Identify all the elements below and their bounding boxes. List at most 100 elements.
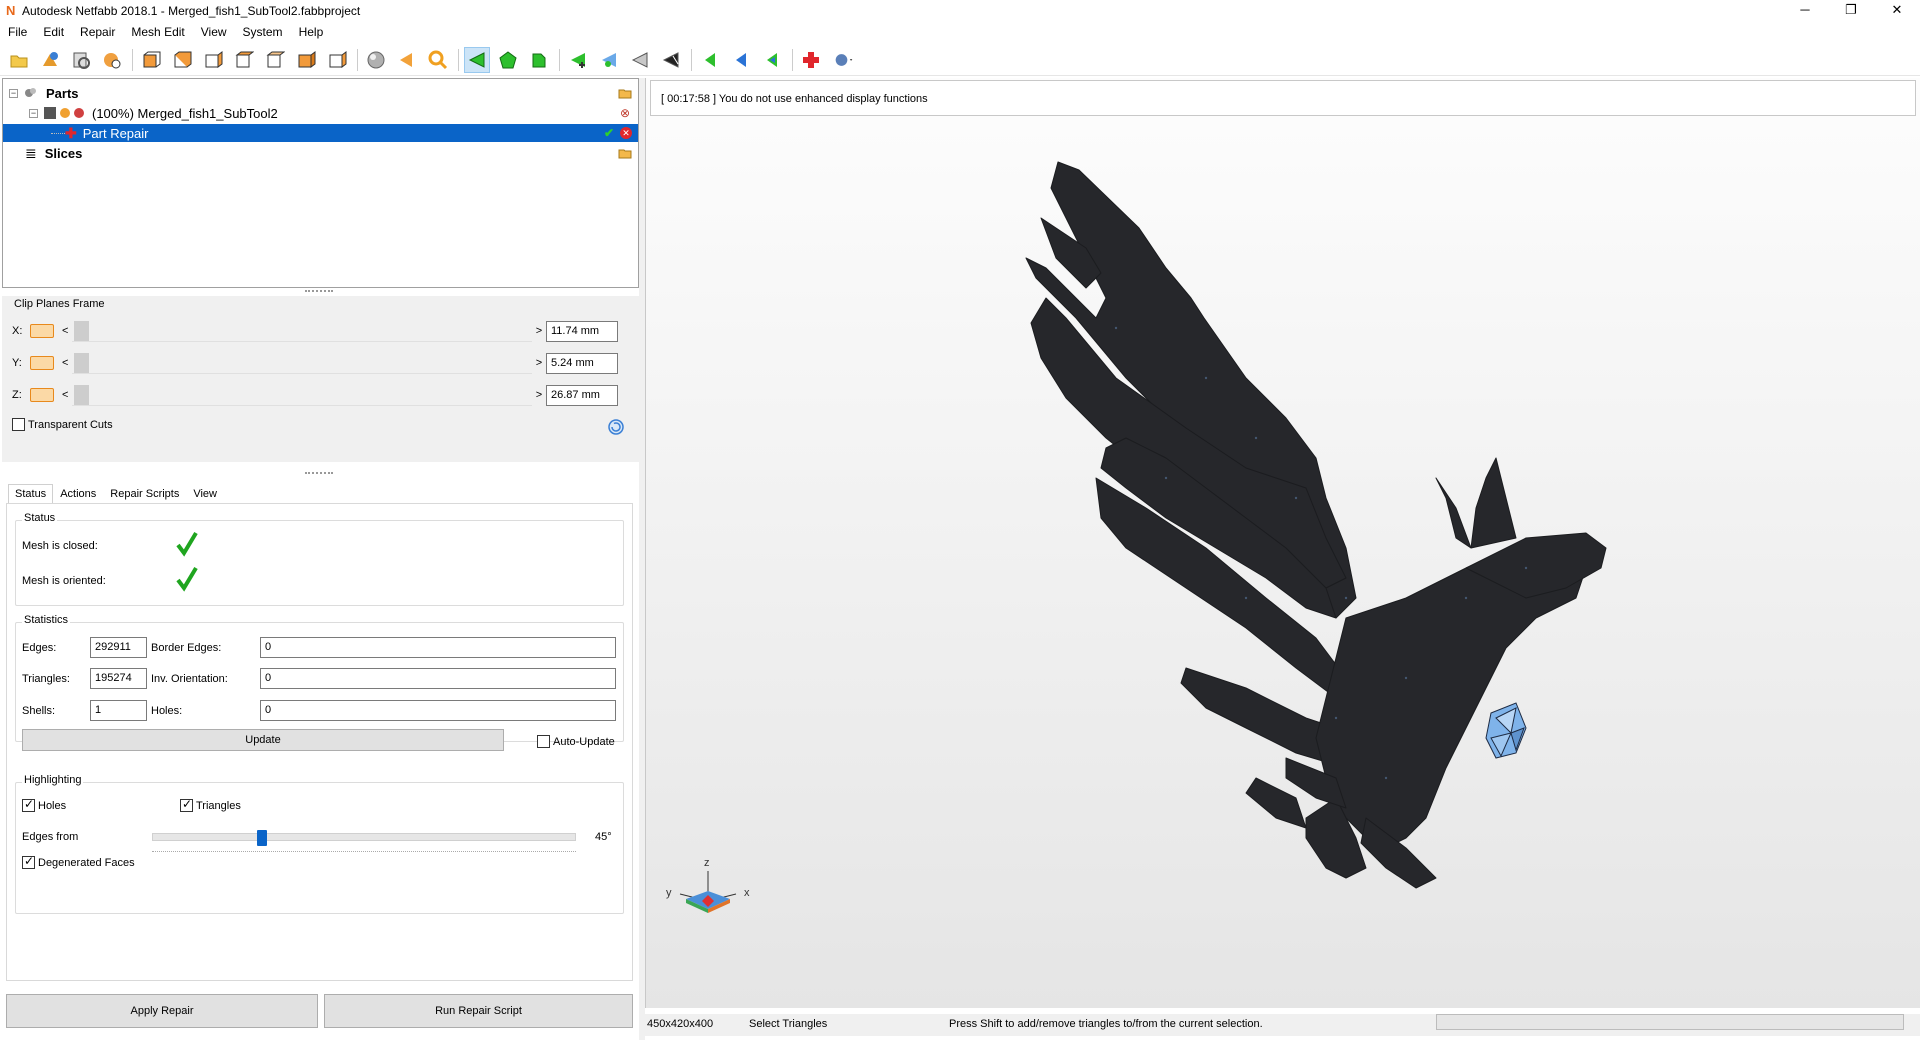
open-folder-icon[interactable]: [6, 47, 32, 73]
triangles-label: Triangles:: [22, 673, 70, 685]
restore-button[interactable]: ❐: [1828, 0, 1874, 22]
add-triangle-icon[interactable]: [565, 47, 591, 73]
minimize-button[interactable]: ─: [1782, 0, 1828, 22]
x-value-input[interactable]: [546, 320, 618, 342]
tree-row-slices[interactable]: ≣ Slices: [3, 144, 638, 162]
collapse-icon[interactable]: −: [9, 88, 18, 98]
view-bottom-icon[interactable]: [293, 47, 319, 73]
y-decrease-arrow[interactable]: <: [62, 357, 72, 369]
back-arrow-icon[interactable]: [394, 47, 420, 73]
edges-from-thumb[interactable]: [257, 830, 267, 846]
select-triangles-icon[interactable]: [464, 46, 490, 73]
menu-view[interactable]: View: [193, 25, 235, 39]
remove-icon[interactable]: ⊗: [618, 107, 632, 119]
triangles-value: 195274: [90, 668, 147, 689]
collapse-icon[interactable]: −: [29, 108, 38, 118]
highlighting-group-title: Highlighting: [22, 774, 84, 786]
add-part-icon[interactable]: [37, 47, 63, 73]
z-slider[interactable]: [72, 384, 532, 406]
select-blue-triangle-icon[interactable]: [596, 47, 622, 73]
clip-planes-title: Clip Planes Frame: [14, 298, 105, 310]
menu-file[interactable]: File: [0, 25, 35, 39]
shells-label: Shells:: [22, 705, 56, 717]
auto-update-checkbox[interactable]: [537, 735, 550, 748]
transparent-cuts-label: Transparent Cuts: [28, 418, 113, 431]
view-top-icon[interactable]: [262, 47, 288, 73]
y-slider[interactable]: [72, 352, 532, 374]
triangles-highlight-label: Triangles: [196, 799, 241, 812]
project-tree: − Parts − (100%) Merged_fish1_SubTool2 ⊗…: [2, 78, 639, 288]
add-support-icon[interactable]: [99, 47, 125, 73]
tab-status[interactable]: Status: [8, 484, 54, 504]
edges-from-slider[interactable]: [152, 830, 576, 846]
y-increase-arrow[interactable]: >: [532, 357, 546, 369]
tab-repair-scripts[interactable]: Repair Scripts: [103, 484, 186, 504]
run-repair-script-button[interactable]: Run Repair Script: [324, 994, 633, 1028]
update-button[interactable]: Update: [22, 729, 504, 751]
view-back-icon[interactable]: [169, 47, 195, 73]
view-right-icon[interactable]: [231, 47, 257, 73]
close-button[interactable]: ✕: [1874, 0, 1920, 22]
view-left-icon[interactable]: [200, 47, 226, 73]
apply-check-icon[interactable]: ✔: [604, 126, 614, 140]
view-front-icon[interactable]: [138, 47, 164, 73]
color-icon[interactable]: [74, 108, 84, 118]
x-increase-arrow[interactable]: >: [532, 325, 546, 337]
green-blue-arrow-icon[interactable]: [759, 47, 785, 73]
tab-actions[interactable]: Actions: [53, 484, 103, 504]
3d-viewport[interactable]: z y x: [645, 78, 1920, 1008]
holes-checkbox[interactable]: [22, 797, 35, 812]
clip-row-z: Z: < >: [12, 382, 632, 408]
z-increase-arrow[interactable]: >: [532, 389, 546, 401]
menu-repair[interactable]: Repair: [72, 25, 123, 39]
select-gray-triangle-icon[interactable]: [627, 47, 653, 73]
visibility-icon[interactable]: [60, 108, 70, 118]
x-plane-toggle[interactable]: [30, 324, 54, 338]
shading-sphere-icon[interactable]: [363, 47, 389, 73]
menu-help[interactable]: Help: [291, 25, 332, 39]
script-dropdown-icon[interactable]: [829, 47, 859, 73]
splitter[interactable]: [0, 470, 639, 476]
folder-icon[interactable]: [618, 147, 632, 159]
tree-row-part[interactable]: − (100%) Merged_fish1_SubTool2 ⊗: [3, 104, 638, 122]
y-value-input[interactable]: [546, 352, 618, 374]
tree-row-part-repair[interactable]: ✚ Part Repair ✔ ✕: [3, 124, 638, 142]
z-plane-toggle[interactable]: [30, 388, 54, 402]
transparent-cuts-checkbox[interactable]: [12, 418, 25, 431]
menu-system[interactable]: System: [235, 25, 291, 39]
reset-icon[interactable]: [607, 418, 625, 436]
blue-arrow-icon[interactable]: [728, 47, 754, 73]
hint-text: Press Shift to add/remove triangles to/f…: [949, 1018, 1263, 1030]
select-surface-icon[interactable]: [495, 47, 521, 73]
select-shell-icon[interactable]: [526, 47, 552, 73]
cancel-icon[interactable]: ✕: [620, 127, 632, 139]
tab-view[interactable]: View: [186, 484, 224, 504]
x-slider[interactable]: [72, 320, 532, 342]
toolbar-separator: [357, 48, 358, 71]
view-iso-icon[interactable]: [324, 47, 350, 73]
green-arrow-icon[interactable]: [697, 47, 723, 73]
splitter[interactable]: [0, 288, 639, 294]
folder-icon[interactable]: [618, 87, 632, 99]
tree-row-parts[interactable]: − Parts: [3, 84, 638, 102]
zoom-icon[interactable]: [425, 47, 451, 73]
x-slider-thumb[interactable]: [74, 321, 89, 341]
mesh-model[interactable]: z y x: [646, 78, 1920, 1008]
menu-edit[interactable]: Edit: [35, 25, 72, 39]
measure-icon[interactable]: [68, 47, 94, 73]
x-decrease-arrow[interactable]: <: [62, 325, 72, 337]
y-slider-thumb[interactable]: [74, 353, 89, 373]
triangles-checkbox[interactable]: [180, 797, 193, 812]
degenerated-checkbox[interactable]: [22, 854, 35, 869]
repair-cross-icon[interactable]: [798, 47, 824, 73]
z-slider-thumb[interactable]: [74, 385, 89, 405]
apply-repair-button[interactable]: Apply Repair: [6, 994, 318, 1028]
z-decrease-arrow[interactable]: <: [62, 389, 72, 401]
y-plane-toggle[interactable]: [30, 356, 54, 370]
select-black-triangle-icon[interactable]: [658, 47, 684, 73]
border-edges-value: 0: [260, 637, 616, 658]
triangles-row: Triangles: [180, 797, 241, 812]
inv-orientation-label: Inv. Orientation:: [151, 673, 228, 685]
z-value-input[interactable]: [546, 384, 618, 406]
menu-mesh-edit[interactable]: Mesh Edit: [123, 25, 192, 39]
